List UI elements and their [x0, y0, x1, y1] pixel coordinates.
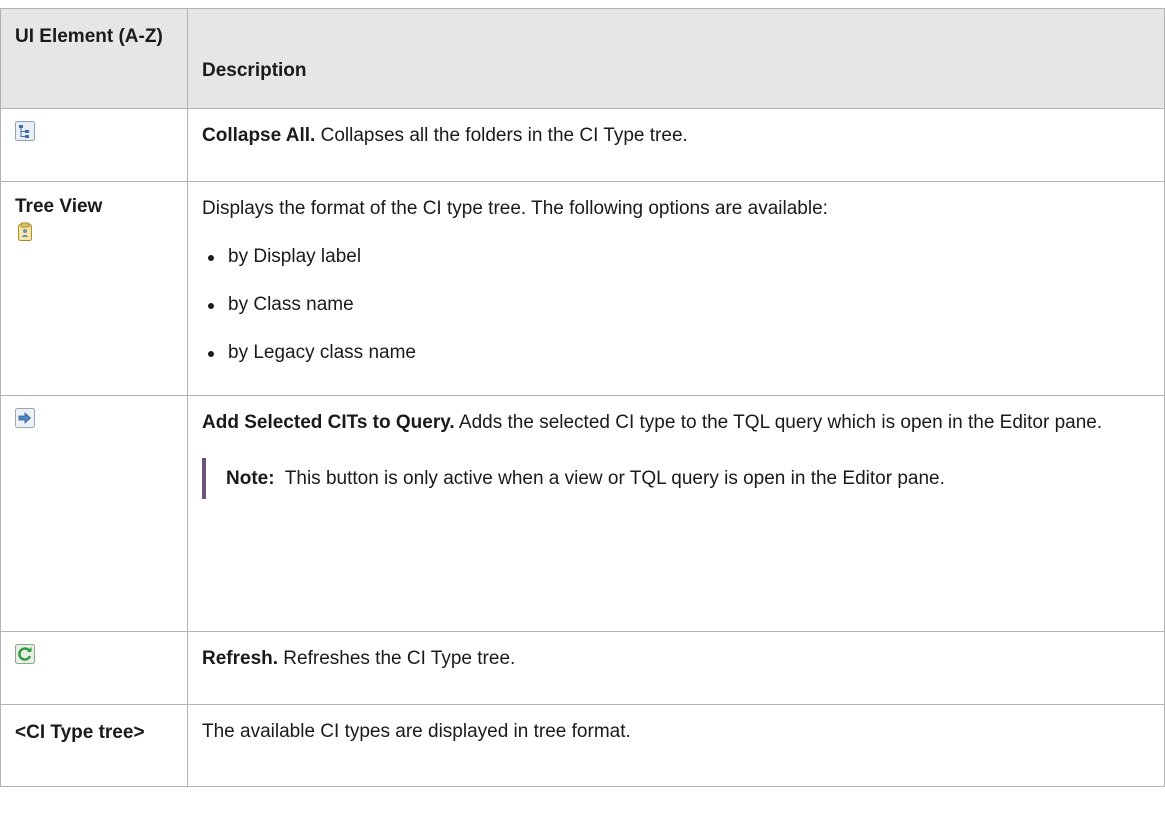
table-row: <CI Type tree> The available CI types ar…	[0, 704, 1165, 787]
ui-elements-table: UI Element (A-Z) Description Collapse Al…	[0, 8, 1165, 787]
note-box: Note: This button is only active when a …	[202, 458, 1150, 499]
row-element-cell: Tree View	[0, 181, 188, 396]
table-row: Add Selected CITs to Query. Adds the sel…	[0, 395, 1165, 632]
tree-view-icon	[15, 222, 35, 242]
row-description-cell: Collapse All. Collapses all the folders …	[187, 108, 1165, 182]
header-description: Description	[187, 8, 1165, 109]
table-header-row: UI Element (A-Z) Description	[0, 8, 1165, 109]
row-element-cell	[0, 395, 188, 632]
row-description-cell: The available CI types are displayed in …	[187, 704, 1165, 787]
row-element-cell	[0, 631, 188, 705]
table-row: Tree View Displays the format of the CI …	[0, 181, 1165, 396]
ci-type-tree-label: <CI Type tree>	[15, 722, 145, 743]
tree-view-text: Displays the format of the CI type tree.…	[202, 198, 828, 219]
collapse-all-title: Collapse All.	[202, 125, 316, 146]
tree-view-options-list: by Display label by Class name by Legacy…	[202, 242, 1150, 367]
row-description-cell: Displays the format of the CI type tree.…	[187, 181, 1165, 396]
refresh-title: Refresh.	[202, 648, 279, 669]
add-to-query-arrow-icon	[15, 408, 35, 428]
ci-type-tree-text: The available CI types are displayed in …	[202, 721, 631, 742]
add-selected-text: Adds the selected CI type to the TQL que…	[454, 412, 1103, 433]
list-item: by Legacy class name	[202, 338, 1150, 367]
refresh-text: Refreshes the CI Type tree.	[278, 648, 516, 669]
list-item: by Display label	[202, 242, 1150, 271]
row-description-cell: Add Selected CITs to Query. Adds the sel…	[187, 395, 1165, 632]
note-label: Note:	[226, 468, 275, 489]
list-item: by Class name	[202, 290, 1150, 319]
header-ui-element: UI Element (A-Z)	[0, 8, 188, 109]
refresh-icon	[15, 644, 35, 664]
tree-view-label: Tree View	[15, 196, 103, 217]
collapse-all-text: Collapses all the folders in the CI Type…	[315, 125, 688, 146]
row-description-cell: Refresh. Refreshes the CI Type tree.	[187, 631, 1165, 705]
collapse-all-icon	[15, 121, 35, 141]
table-row: Refresh. Refreshes the CI Type tree.	[0, 631, 1165, 705]
note-text: This button is only active when a view o…	[274, 468, 945, 489]
row-element-cell: <CI Type tree>	[0, 704, 188, 787]
add-selected-title: Add Selected CITs to Query.	[202, 412, 455, 433]
table-row: Collapse All. Collapses all the folders …	[0, 108, 1165, 182]
row-element-cell	[0, 108, 188, 182]
